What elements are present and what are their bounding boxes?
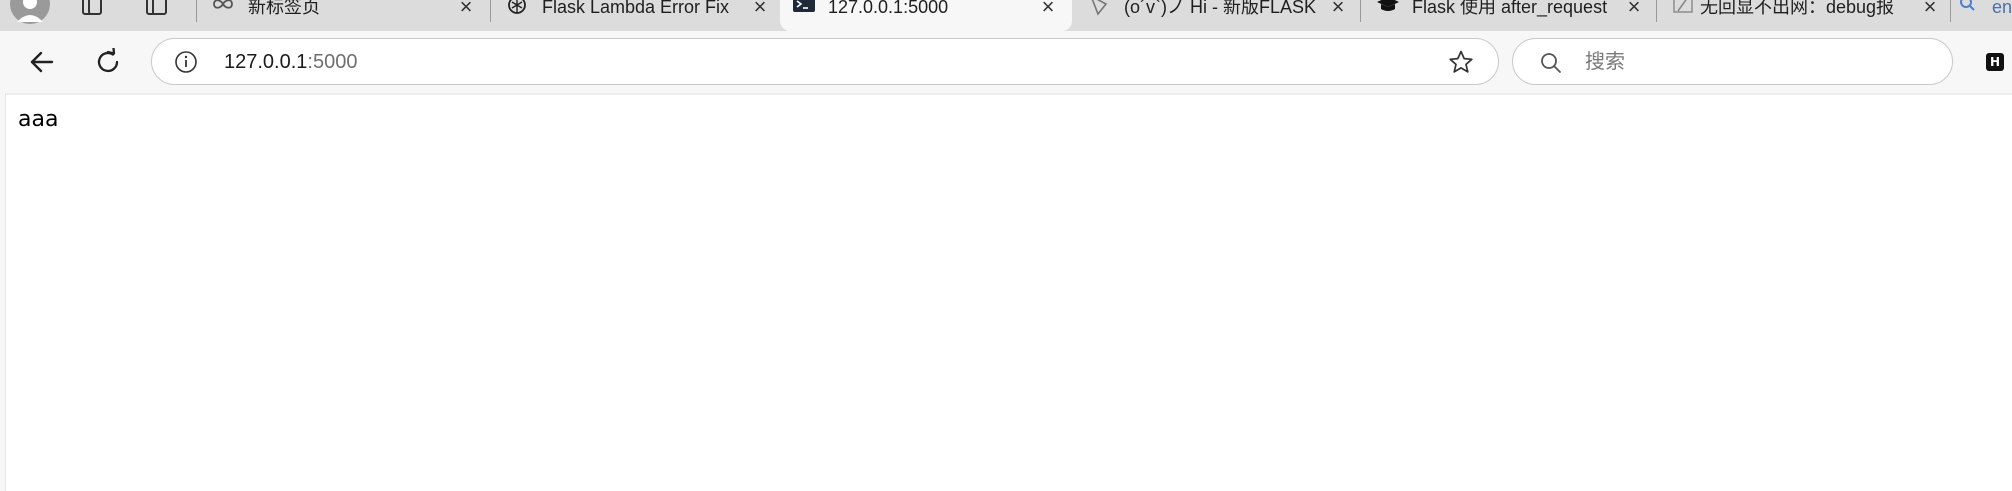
openai-icon [506, 0, 528, 18]
tab-close-icon[interactable]: × [750, 0, 770, 18]
tab-separator [490, 0, 491, 22]
tab-close-icon[interactable]: × [1920, 0, 1940, 18]
viewport-divider [0, 93, 2012, 95]
tab-close-icon[interactable]: × [1624, 0, 1644, 18]
tab-title: Flask 使用 after_request [1412, 0, 1608, 17]
viewport-left-border [0, 93, 6, 491]
page-icon [1088, 0, 1110, 18]
profile-avatar-button[interactable] [8, 0, 52, 24]
tab-flask-after-request[interactable]: Flask 使用 after_request × [1362, 0, 1654, 31]
graduation-cap-icon [1376, 0, 1399, 18]
tab-no-echo-debug[interactable]: 无回显不出网：debug报 × [1658, 0, 1948, 31]
infinity-icon [212, 0, 234, 18]
page-body-text: aaa [18, 107, 59, 132]
workspaces-button[interactable] [72, 0, 112, 24]
tab-flask-lambda-error-fix[interactable]: Flask Lambda Error Fix × [492, 0, 782, 31]
back-button[interactable] [24, 44, 60, 80]
url-text[interactable]: 127.0.0.1:5000 [224, 51, 357, 73]
tab-new-tab[interactable]: 新标签页 × [198, 0, 488, 31]
tab-close-icon[interactable]: × [456, 0, 476, 18]
vertical-tabs-button[interactable] [136, 0, 176, 24]
tab-title: en [1992, 0, 2012, 17]
avatar-icon [10, 0, 50, 24]
reload-button[interactable] [90, 44, 126, 80]
tab-title: 无回显不出网：debug报 [1700, 0, 1895, 17]
tab-title: 新标签页 [248, 0, 320, 17]
site-info-icon[interactable] [174, 50, 198, 74]
page-viewport: aaa [0, 93, 2012, 491]
arrow-left-icon [30, 51, 54, 73]
tab-title: Flask Lambda Error Fix [542, 0, 730, 17]
toolbar: 127.0.0.1:5000 H [0, 31, 2012, 93]
tab-hi-new-flask[interactable]: (o´v`)ノ Hi - 新版FLASK × [1074, 0, 1358, 31]
extension-button[interactable]: H [1986, 53, 2004, 71]
tab-title: 127.0.0.1:5000 [828, 0, 949, 17]
search-icon [1958, 0, 1980, 18]
workspaces-icon [82, 0, 102, 15]
tab-search-en[interactable]: en [1952, 0, 2012, 31]
tab-separator [1950, 0, 1951, 22]
search-box[interactable] [1512, 38, 1953, 85]
tab-separator [1360, 0, 1361, 22]
magnifier-icon [1539, 51, 1563, 75]
tab-active-localhost[interactable]: 127.0.0.1:5000 × [780, 0, 1072, 31]
tab-close-icon[interactable]: × [1328, 0, 1348, 18]
tab-separator [1656, 0, 1657, 22]
url-host: 127.0.0.1 [224, 51, 308, 73]
refresh-icon [97, 48, 119, 73]
url-port: :5000 [307, 51, 358, 73]
tab-strip: 新标签页 × Flask Lambda Error Fix × 127.0.0.… [0, 0, 2012, 31]
sidebar-toggle-icon [146, 0, 167, 15]
terminal-icon [792, 0, 815, 18]
tab-close-icon[interactable]: × [1038, 0, 1058, 18]
tab-title: (o´v`)ノ Hi - 新版FLASK [1124, 0, 1317, 17]
tab-separator [196, 0, 197, 22]
address-bar[interactable]: 127.0.0.1:5000 [151, 38, 1499, 85]
search-input[interactable] [1583, 47, 1923, 75]
favorite-star-icon[interactable] [1448, 49, 1474, 75]
slash-icon [1672, 0, 1694, 18]
